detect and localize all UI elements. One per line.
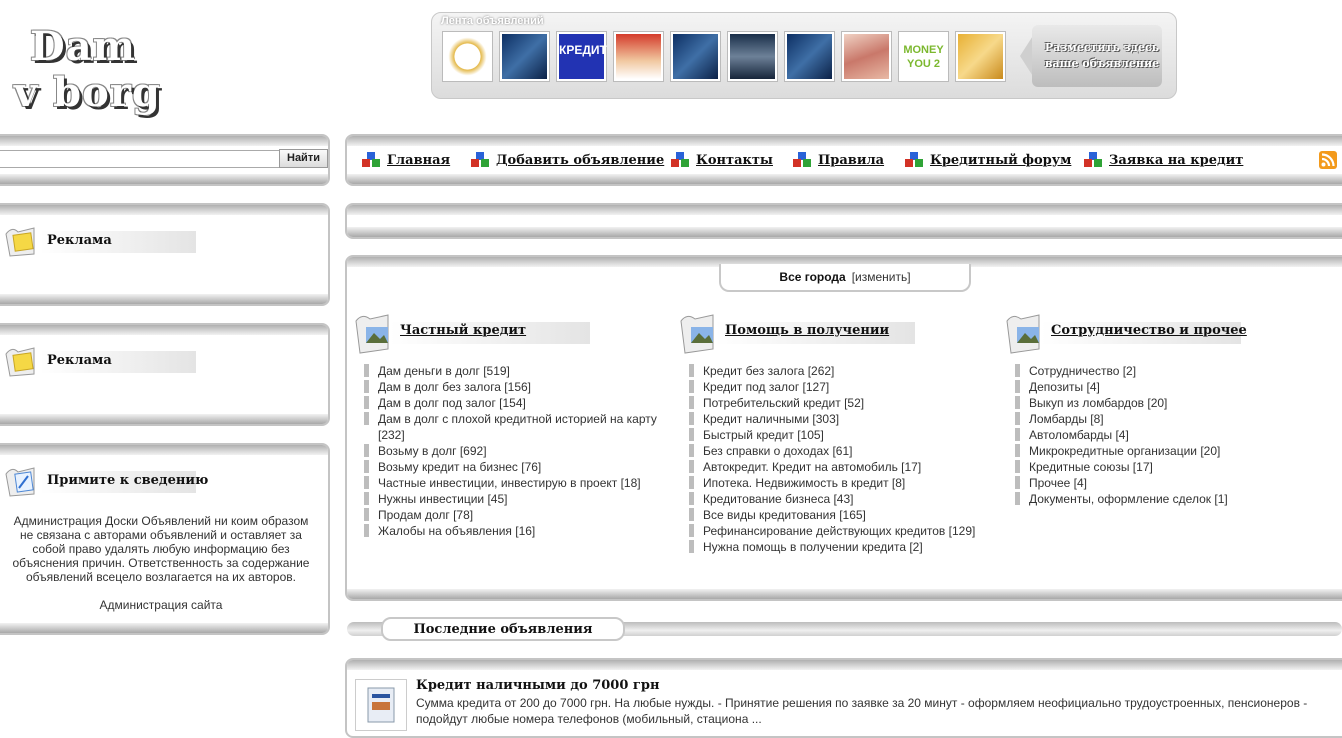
ad-thumb-8[interactable] [841, 31, 892, 82]
category-item[interactable]: Дам в долг без залога [156] [364, 379, 664, 395]
banner-bar [345, 203, 1342, 239]
category-title-private-credit[interactable]: Частный кредит [400, 323, 526, 338]
category-item[interactable]: Дам в долг с плохой кредитной историей н… [364, 411, 664, 443]
ad-thumb-9[interactable]: MONEY YOU 2 [898, 31, 949, 82]
category-item[interactable]: Кредит без залога [262] [689, 363, 999, 379]
nav-credit-request[interactable]: Заявка на кредит [1084, 152, 1243, 168]
city-selector: Все города [изменить] [719, 264, 971, 292]
ad-feed-caption: Лента объявлений [441, 15, 544, 27]
listing-title[interactable]: Кредит наличными до 7000 грн [416, 678, 659, 693]
nav-forum[interactable]: Кредитный форум [905, 152, 1071, 168]
category-item[interactable]: Кредитование бизнеса [43] [689, 491, 999, 507]
category-item[interactable]: Продам долг [78] [364, 507, 664, 523]
nav-contacts[interactable]: Контакты [671, 152, 773, 168]
post-ad-button[interactable]: Разместить здесь ваше объявление [1020, 25, 1162, 87]
city-change-link[interactable]: [изменить] [852, 270, 911, 284]
sidebar-ad-title-2: Реклама [47, 353, 112, 368]
ad-feed: Лента объявлений КРЕДИТ MONEY YOU 2 Разм… [431, 12, 1177, 99]
image-icon [1003, 309, 1043, 355]
site-logo[interactable]: Dam v borg [14, 24, 164, 116]
search-button[interactable]: Найти [279, 149, 328, 168]
ad-thumb-4[interactable] [613, 31, 664, 82]
ad-thumb-7[interactable] [784, 31, 835, 82]
nav-home[interactable]: Главная [362, 152, 450, 168]
post-ad-line-2: ваше объявление [1044, 57, 1160, 70]
ad-thumb-3[interactable]: КРЕДИТ [556, 31, 607, 82]
image-icon [677, 309, 717, 355]
nav-label: Главная [387, 152, 451, 168]
listing-description: Сумма кредита от 200 до 7000 грн. На люб… [416, 696, 1308, 726]
nav-label: Заявка на кредит [1109, 152, 1244, 168]
image-icon [352, 309, 392, 355]
listing-thumbnail[interactable] [355, 679, 407, 731]
sidebar-ad-box-2 [0, 323, 330, 426]
city-label: Все города [779, 270, 846, 284]
category-item[interactable]: Возьму кредит на бизнес [76] [364, 459, 664, 475]
category-list-private-credit: Дам деньги в долг [519] Дам в долг без з… [364, 363, 664, 539]
category-item[interactable]: Жалобы на объявления [16] [364, 523, 664, 539]
category-item[interactable]: Возьму в долг [692] [364, 443, 664, 459]
cubes-icon [1084, 152, 1103, 168]
latest-ads-title: Последние объявления [381, 617, 625, 641]
category-item[interactable]: Дам деньги в долг [519] [364, 363, 664, 379]
ad-thumb-2[interactable] [499, 31, 550, 82]
nav-label: Контакты [696, 152, 773, 168]
notice-text: Администрация Доски Объявлений ни коим о… [12, 514, 310, 584]
search-input[interactable] [0, 150, 282, 168]
category-item[interactable]: Нужна помощь в получении кредита [2] [689, 539, 999, 555]
nav-label: Добавить объявление [496, 152, 665, 168]
category-item[interactable]: Ипотека. Недвижимость в кредит [8] [689, 475, 999, 491]
cubes-icon [905, 152, 924, 168]
nav-rules[interactable]: Правила [793, 152, 884, 168]
category-item[interactable]: Нужны инвестиции [45] [364, 491, 664, 507]
category-item[interactable]: Автоломбарды [4] [1015, 427, 1315, 443]
nav-add-ad[interactable]: Добавить объявление [471, 152, 664, 168]
ad-thumb-5[interactable] [670, 31, 721, 82]
cubes-icon [793, 152, 812, 168]
post-ad-line-1: Разместить здесь [1044, 41, 1160, 54]
ad-thumb-1[interactable] [442, 31, 493, 82]
category-item[interactable]: Документы, оформление сделок [1] [1015, 491, 1315, 507]
category-item[interactable]: Все виды кредитования [165] [689, 507, 999, 523]
category-list-cooperation: Сотрудничество [2] Депозиты [4] Выкуп из… [1015, 363, 1315, 507]
category-item[interactable]: Прочее [4] [1015, 475, 1315, 491]
nav-label: Кредитный форум [930, 152, 1072, 168]
category-title-help[interactable]: Помощь в получении [725, 323, 889, 338]
notice-signature: Администрация сайта [99, 598, 223, 612]
category-item[interactable]: Потребительский кредит [52] [689, 395, 999, 411]
logo-line-1: Dam [30, 23, 136, 70]
category-item[interactable]: Кредит наличными [303] [689, 411, 999, 427]
note-icon [4, 344, 38, 378]
note-icon [4, 224, 38, 258]
category-item[interactable]: Выкуп из ломбардов [20] [1015, 395, 1315, 411]
ad-thumb-10[interactable] [955, 31, 1006, 82]
info-note-icon [4, 464, 38, 498]
category-item[interactable]: Быстрый кредит [105] [689, 427, 999, 443]
cubes-icon [362, 152, 381, 168]
category-title-cooperation[interactable]: Сотрудничество и прочее [1051, 323, 1247, 338]
ad-thumb-6[interactable] [727, 31, 778, 82]
notice-title: Примите к сведению [47, 473, 209, 488]
category-item[interactable]: Депозиты [4] [1015, 379, 1315, 395]
sidebar-ad-title-1: Реклама [47, 233, 112, 248]
category-item[interactable]: Дам в долг под залог [154] [364, 395, 664, 411]
category-item[interactable]: Автокредит. Кредит на автомобиль [17] [689, 459, 999, 475]
category-item[interactable]: Ломбарды [8] [1015, 411, 1315, 427]
category-item[interactable]: Кредит под залог [127] [689, 379, 999, 395]
logo-line-2: v borg [14, 69, 161, 116]
category-item[interactable]: Частные инвестиции, инвестирую в проект … [364, 475, 664, 491]
nav-label: Правила [818, 152, 885, 168]
category-item[interactable]: Микрокредитные организации [20] [1015, 443, 1315, 459]
cubes-icon [671, 152, 690, 168]
sidebar-ad-box-1 [0, 203, 330, 306]
category-item[interactable]: Рефинансирование действующих кредитов [1… [689, 523, 999, 539]
cubes-icon [471, 152, 490, 168]
category-item[interactable]: Сотрудничество [2] [1015, 363, 1315, 379]
rss-icon[interactable] [1319, 151, 1337, 169]
category-item[interactable]: Кредитные союзы [17] [1015, 459, 1315, 475]
category-list-help: Кредит без залога [262] Кредит под залог… [689, 363, 999, 555]
category-item[interactable]: Без справки о доходах [61] [689, 443, 999, 459]
